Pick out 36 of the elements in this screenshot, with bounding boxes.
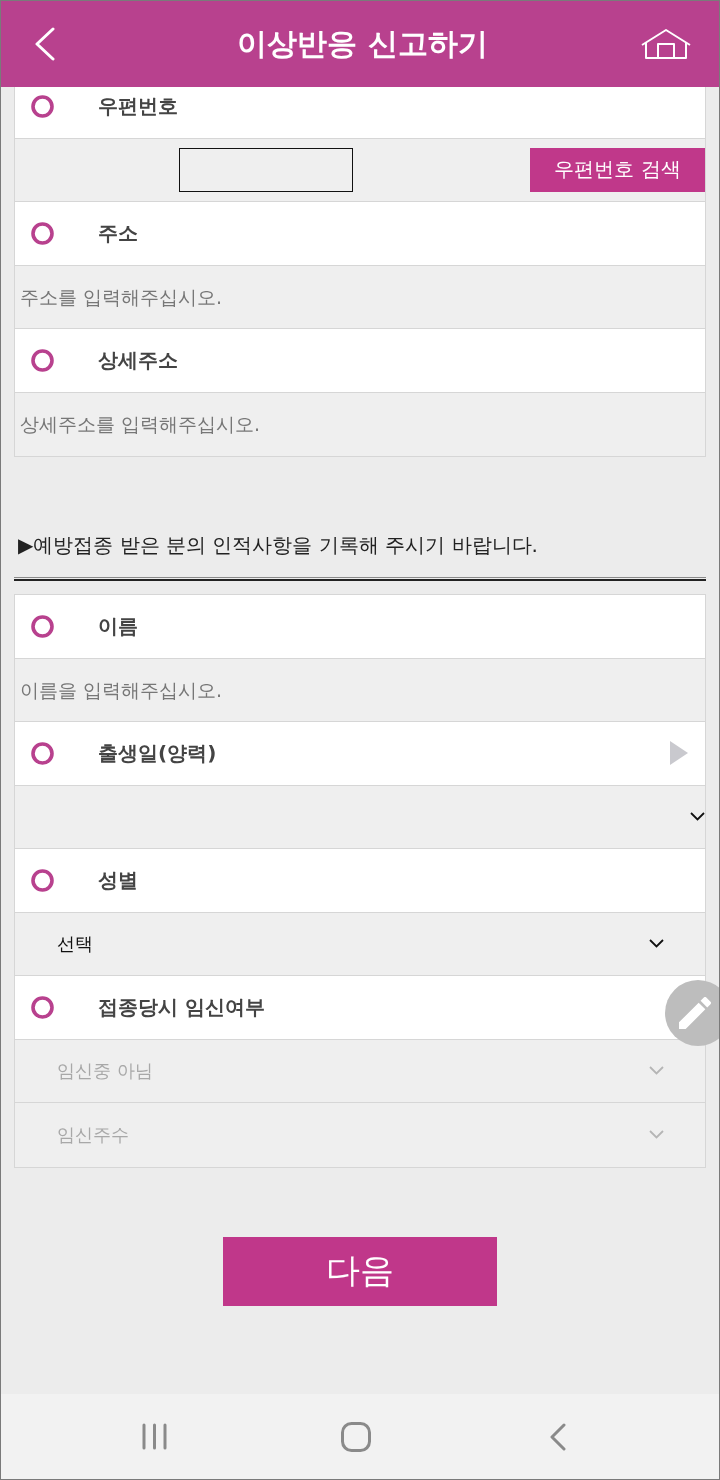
text-input[interactable]: 상세주소를 입력해주십시오.: [15, 392, 705, 456]
circle-icon: [31, 868, 54, 892]
chevron-down-icon: [690, 812, 705, 822]
circle-icon: [31, 348, 54, 372]
notice-text: ▶예방접종 받은 분의 인적사항을 기록해 주시기 바랍니다.: [17, 532, 539, 559]
pencil-icon: [679, 997, 711, 1029]
text-input[interactable]: 이름을 입력해주십시오.: [15, 658, 705, 721]
home-button[interactable]: [641, 29, 691, 59]
circle-icon: [31, 221, 54, 245]
triangle-icon: [670, 741, 688, 766]
home-icon: [641, 29, 691, 59]
field-label: 성별: [98, 866, 138, 894]
screen-title: 이상반응 신고하기: [237, 24, 488, 63]
field-label: 우편번호: [98, 92, 178, 120]
circle-icon: [31, 995, 54, 1019]
text-input[interactable]: 주소를 입력해주십시오.: [15, 265, 705, 328]
postcode-input[interactable]: [179, 147, 353, 192]
recent-apps-icon: [141, 1423, 167, 1450]
chevron-down-icon: [649, 1066, 664, 1076]
field-label: 주소: [98, 219, 138, 247]
field-label: 이름: [98, 612, 138, 640]
field-label: 접종당시 임신여부: [98, 993, 265, 1021]
next-button[interactable]: 다음: [223, 1236, 497, 1306]
circle-icon: [31, 94, 54, 118]
postcode-search-button[interactable]: 우편번호 검색: [530, 147, 705, 192]
field-label: 상세주소: [98, 346, 178, 374]
rounded-square-icon: [341, 1421, 371, 1452]
circle-icon: [31, 741, 54, 765]
circle-icon: [31, 614, 54, 638]
back-icon: [34, 27, 56, 61]
field-label: 출생일(양력): [98, 739, 217, 767]
dropdown-select[interactable]: 선택: [15, 912, 705, 975]
chevron-down-icon: [649, 1130, 664, 1140]
back-icon: [550, 1422, 566, 1451]
chevron-down-icon: [649, 939, 664, 949]
back-button[interactable]: [34, 27, 56, 61]
